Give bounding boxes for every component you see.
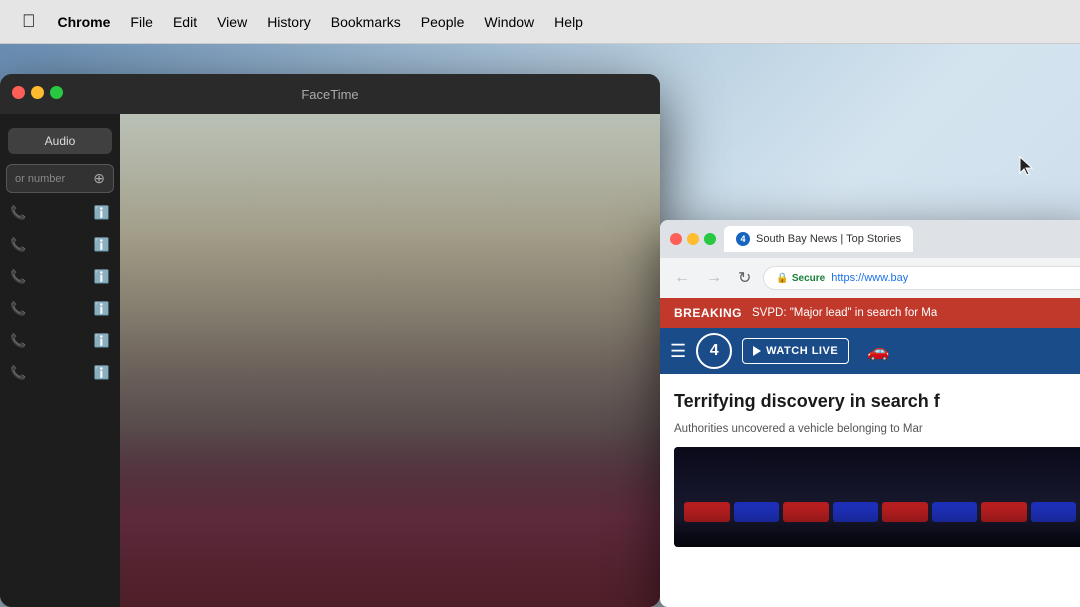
secure-badge: 🔒 Secure [776, 273, 825, 284]
menu-window[interactable]: Window [474, 10, 544, 34]
window-traffic-lights [12, 86, 63, 99]
info-icon-5[interactable]: ℹ️ [94, 333, 110, 349]
search-placeholder: or number [15, 173, 65, 185]
facetime-sidebar: Audio or number ⊕ 📞 ℹ️ 📞 ℹ️ 📞 ℹ️ 📞 ℹ️ 📞 … [0, 114, 120, 607]
breaking-news-bar: BREAKING SVPD: "Major lead" in search fo… [660, 298, 1080, 328]
chrome-minimize-button[interactable] [687, 233, 699, 245]
facetime-titlebar: FaceTime [0, 74, 660, 114]
chrome-tab-title: South Bay News | Top Stories [756, 233, 901, 245]
watch-live-label: WATCH LIVE [766, 345, 838, 357]
contact-row-2[interactable]: 📞 ℹ️ [0, 229, 120, 261]
chrome-tab-active[interactable]: 4 South Bay News | Top Stories [724, 226, 913, 252]
window-close-button[interactable] [12, 86, 25, 99]
play-icon [753, 346, 761, 356]
phone-icon-4: 📞 [10, 301, 26, 317]
watch-live-button[interactable]: WATCH LIVE [742, 338, 849, 364]
contact-row-1[interactable]: 📞 ℹ️ [0, 197, 120, 229]
url-text: https://www.bay [831, 272, 908, 284]
window-maximize-button[interactable] [50, 86, 63, 99]
channel-4-tab-icon: 4 [736, 232, 750, 246]
breaking-label: BREAKING [674, 306, 742, 320]
menu-file[interactable]: File [120, 10, 163, 34]
hamburger-menu-icon[interactable]: ☰ [670, 341, 686, 362]
info-icon-6[interactable]: ℹ️ [94, 365, 110, 381]
news-headline: Terrifying discovery in search f [674, 390, 1080, 413]
contact-row-4[interactable]: 📞 ℹ️ [0, 293, 120, 325]
menu-view[interactable]: View [207, 10, 257, 34]
facetime-title: FaceTime [301, 87, 358, 102]
news-article-image [674, 447, 1080, 547]
info-icon-1[interactable]: ℹ️ [94, 205, 110, 221]
chrome-titlebar: 4 South Bay News | Top Stories [660, 220, 1080, 258]
phone-icon-5: 📞 [10, 333, 26, 349]
menu-chrome[interactable]: Chrome [48, 10, 121, 34]
menu-edit[interactable]: Edit [163, 10, 207, 34]
phone-icon-6: 📞 [10, 365, 26, 381]
chrome-maximize-button[interactable] [704, 233, 716, 245]
search-field[interactable]: or number ⊕ [6, 164, 114, 193]
add-contact-icon[interactable]: ⊕ [93, 170, 105, 187]
forward-button[interactable]: → [702, 265, 726, 291]
mouse-cursor [1018, 155, 1038, 179]
url-input[interactable]: 🔒 Secure https://www.bay [763, 266, 1080, 290]
channel-4-logo: 4 [696, 333, 732, 369]
image-overlay [674, 507, 1080, 547]
chrome-browser-window: 4 South Bay News | Top Stories ← → ↻ 🔒 S… [660, 220, 1080, 607]
phone-icon-3: 📞 [10, 269, 26, 285]
back-button[interactable]: ← [670, 265, 694, 291]
audio-button[interactable]: Audio [8, 128, 112, 154]
news-content-area: Terrifying discovery in search f Authori… [660, 374, 1080, 555]
news-navigation-bar: ☰ 4 WATCH LIVE 🚗 [660, 328, 1080, 374]
chrome-close-button[interactable] [670, 233, 682, 245]
chrome-traffic-lights [670, 233, 716, 245]
traffic-icon: 🚗 [867, 341, 889, 362]
chrome-url-bar: ← → ↻ 🔒 Secure https://www.bay [660, 258, 1080, 298]
apple-menu[interactable]:  [10, 11, 48, 32]
secure-label: Secure [792, 273, 825, 284]
lock-icon: 🔒 [776, 273, 788, 284]
phone-icon-2: 📞 [10, 237, 26, 253]
contact-row-6[interactable]: 📞 ℹ️ [0, 357, 120, 389]
contact-row-3[interactable]: 📞 ℹ️ [0, 261, 120, 293]
contact-row-5[interactable]: 📞 ℹ️ [0, 325, 120, 357]
phone-icon-1: 📞 [10, 205, 26, 221]
menu-bookmarks[interactable]: Bookmarks [321, 10, 411, 34]
person-clothing [120, 427, 660, 607]
menu-help[interactable]: Help [544, 10, 593, 34]
breaking-text: SVPD: "Major lead" in search for Ma [752, 307, 937, 319]
news-subtext: Authorities uncovered a vehicle belongin… [674, 421, 1080, 437]
info-icon-4[interactable]: ℹ️ [94, 301, 110, 317]
menu-people[interactable]: People [411, 10, 475, 34]
menu-history[interactable]: History [257, 10, 321, 34]
facetime-window: FaceTime Audio or number ⊕ 📞 ℹ️ 📞 ℹ️ 📞 ℹ… [0, 74, 660, 607]
refresh-button[interactable]: ↻ [734, 264, 755, 292]
info-icon-3[interactable]: ℹ️ [94, 269, 110, 285]
menu-bar:  Chrome File Edit View History Bookmark… [0, 0, 1080, 44]
window-minimize-button[interactable] [31, 86, 44, 99]
info-icon-2[interactable]: ℹ️ [94, 237, 110, 253]
facetime-video-area [120, 114, 660, 607]
